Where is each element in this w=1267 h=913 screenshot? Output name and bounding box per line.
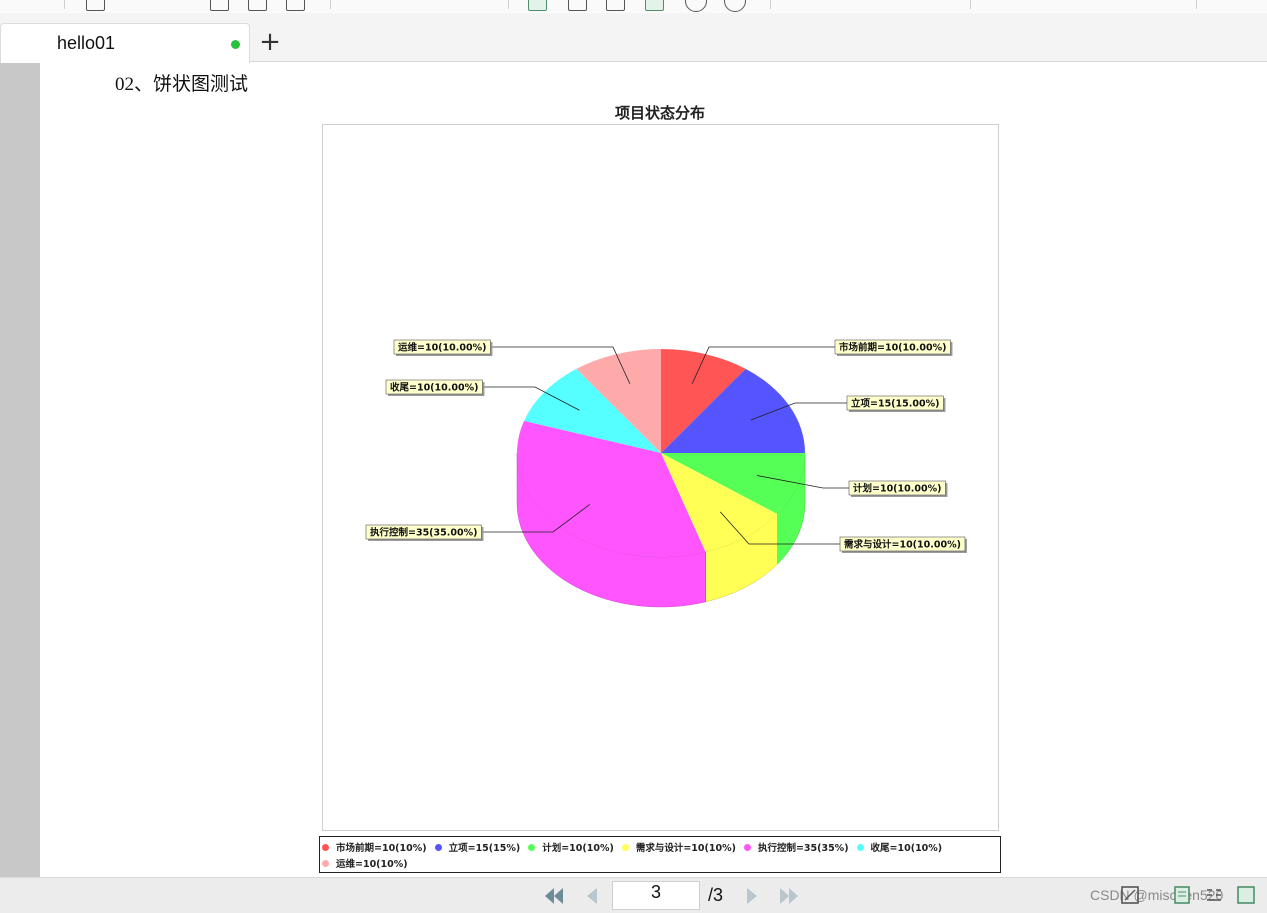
legend-swatch-3 (621, 843, 629, 851)
legend-item-2: 计划=10(10%) (528, 839, 614, 855)
section-heading: 02、饼状图测试 (115, 74, 249, 95)
slice-label-3: 需求与设计=10(10.00%) (844, 539, 961, 551)
continuous-view-icon[interactable] (645, 0, 664, 11)
top-toolbar (0, 0, 1267, 13)
tab-bar: hello01 + (0, 13, 1267, 63)
page-number-input[interactable]: 3 (612, 881, 700, 910)
tab-label: hello01 (57, 33, 116, 53)
legend-label-1: 立项=15(15%) (448, 843, 521, 854)
legend-label-0: 市场前期=10(10%) (336, 843, 427, 854)
slice-label-6: 运维=10(10.00%) (398, 342, 486, 354)
legend-label-3: 需求与设计=10(10%) (635, 843, 736, 854)
chart-frame: 市场前期=10(10.00%) 立项=15(15.00%) 计划=10(10.00%… (322, 124, 999, 831)
slice-label-2: 计划=10(10.00%) (853, 483, 941, 495)
legend-item-5: 收尾=10(10%) (856, 839, 943, 855)
chart-title: 项目状态分布 (614, 104, 705, 122)
legend-swatch-5 (856, 843, 864, 851)
toolbar-separator (508, 0, 509, 9)
chart-legend: 市场前期=10(10%) 立项=15(15%) 计划=10(10%) 需求与设计=10… (319, 836, 1001, 873)
legend-item-1: 立项=15(15%) (434, 839, 521, 855)
legend-label-2: 计划=10(10%) (542, 843, 614, 854)
page-icon[interactable] (86, 0, 105, 11)
page-total: /3 (708, 885, 724, 905)
delete-page-icon[interactable] (286, 0, 305, 11)
slice-label-1: 立项=15(15.00%) (851, 398, 939, 410)
legend-swatch-6 (322, 859, 329, 867)
legend-label-5: 收尾=10(10%) (870, 843, 943, 854)
add-page-icon[interactable] (210, 0, 229, 11)
scroll-view-icon[interactable] (1236, 885, 1256, 905)
legend-swatch-2 (528, 843, 536, 851)
toolbar-separator (64, 0, 65, 9)
slice-label-5: 收尾=10(10.00%) (390, 382, 478, 394)
two-page-view-icon[interactable] (568, 0, 587, 11)
toolbar-separator (1196, 0, 1197, 9)
legend-swatch-0 (322, 843, 329, 851)
page-navigator: 3 /3 CSDN @mischen520 (0, 877, 1267, 913)
legend-swatch-1 (434, 843, 442, 851)
slice-label-4: 执行控制=35(35.00%) (370, 527, 477, 539)
legend-item-3: 需求与设计=10(10%) (621, 839, 736, 855)
add-tab-button[interactable]: + (258, 29, 282, 55)
legend-label-6: 运维=10(10%) (336, 859, 408, 870)
legend-item-6: 运维=10(10%) (322, 855, 408, 871)
zoom-out-icon[interactable] (685, 0, 707, 12)
first-page-icon[interactable] (543, 886, 565, 906)
left-gutter (0, 63, 40, 877)
pie-chart: 市场前期=10(10.00%) 立项=15(15.00%) 计划=10(10.00%… (365, 339, 967, 608)
tab-status-dot (231, 40, 240, 49)
next-page-icon[interactable] (741, 886, 763, 906)
legend-swatch-4 (743, 843, 751, 851)
insert-icon[interactable] (248, 0, 267, 11)
zoom-in-icon[interactable] (724, 0, 746, 12)
book-view-icon[interactable] (606, 0, 625, 11)
document-page: 02、饼状图测试 项目状态分布 市场前期=10(10.00%) 立项=15(15.… (40, 63, 1267, 877)
last-page-icon[interactable] (778, 886, 800, 906)
legend-item-4: 执行控制=35(35%) (743, 839, 849, 855)
two-page-icon[interactable] (1204, 885, 1224, 905)
toolbar-separator (770, 0, 771, 9)
fit-page-icon[interactable] (1120, 885, 1140, 905)
slice-label-0: 市场前期=10(10.00%) (839, 342, 946, 354)
single-page-icon[interactable] (1172, 885, 1192, 905)
legend-item-0: 市场前期=10(10%) (322, 839, 427, 855)
single-page-view-icon[interactable] (528, 0, 547, 11)
legend-label-4: 执行控制=35(35%) (757, 843, 849, 854)
toolbar-separator (330, 0, 331, 9)
previous-page-icon[interactable] (582, 886, 604, 906)
tab-hello01[interactable]: hello01 (0, 23, 250, 63)
toolbar-separator (970, 0, 971, 9)
